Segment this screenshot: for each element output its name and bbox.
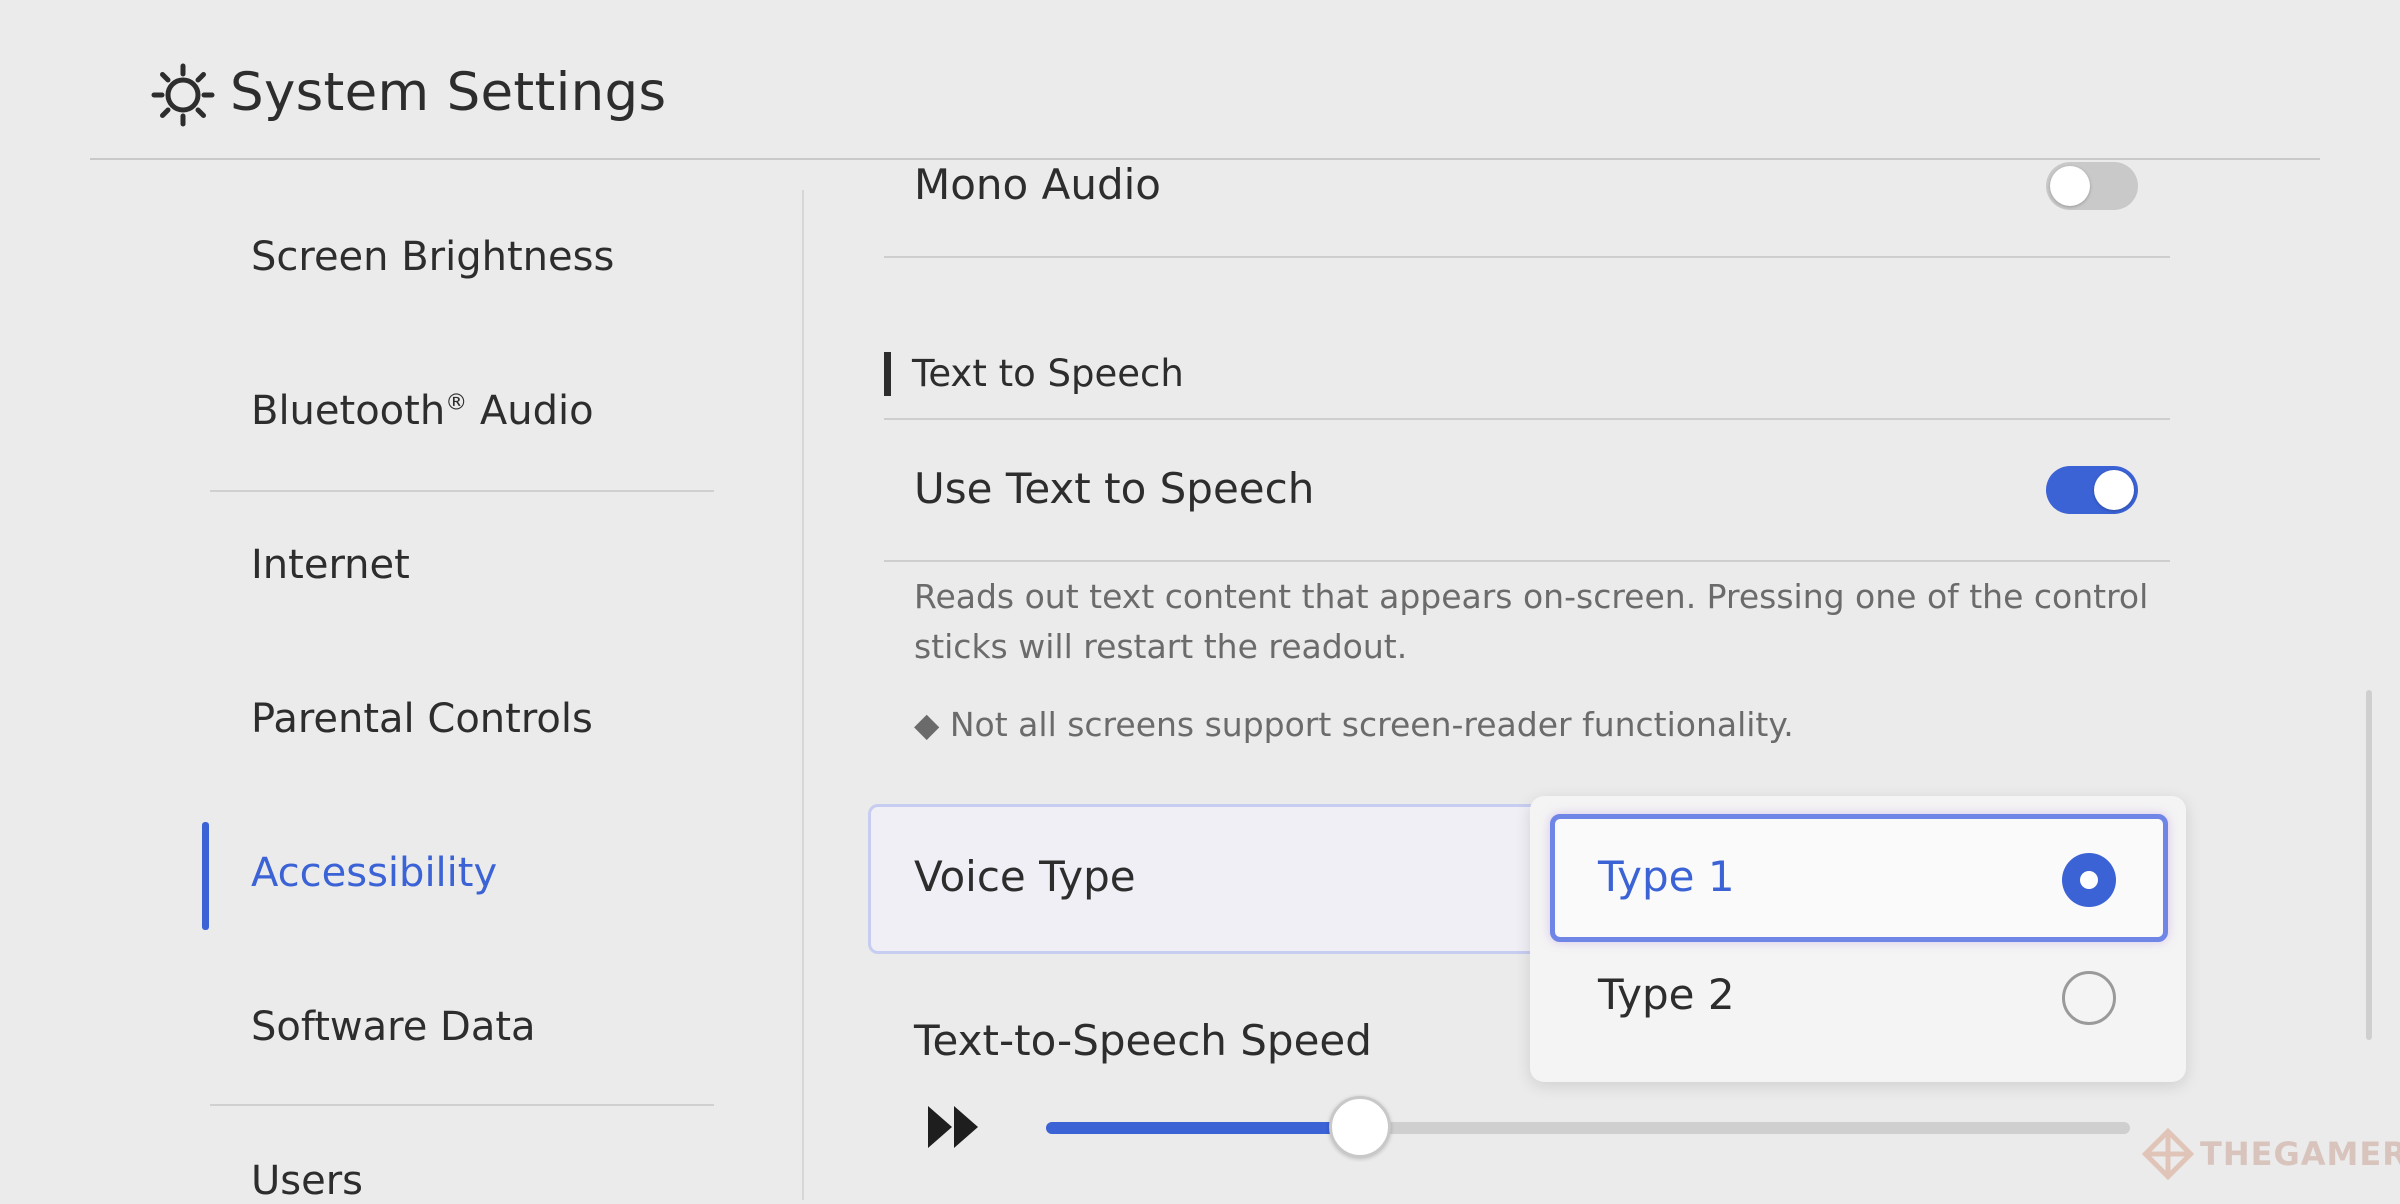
section-title-text-to-speech: Text to Speech [912,352,1184,395]
registered-mark: ® [445,390,468,416]
slider-thumb[interactable] [1329,1096,1392,1158]
section-marker [884,352,891,396]
scrollbar[interactable] [2366,690,2372,1040]
row-divider [884,560,2170,562]
watermark-logo [2141,1127,2195,1181]
tts-speed-slider[interactable] [1046,1122,2130,1134]
sidebar-item-users[interactable]: Users [251,1158,363,1204]
sidebar-item-parental-controls[interactable]: Parental Controls [251,696,593,742]
tts-note: ◆ Not all screens support screen-reader … [914,705,1794,744]
radio-unselected[interactable] [2062,971,2116,1025]
mono-audio-label: Mono Audio [914,160,1161,209]
use-tts-label: Use Text to Speech [914,464,1315,513]
voice-type-label: Voice Type [914,852,1136,901]
sidebar-divider [210,490,714,492]
voice-option-label: Type 1 [1598,852,1735,901]
sidebar-item-bluetooth-audio[interactable]: Bluetooth® Audio [251,388,594,434]
pane-divider [802,190,804,1200]
header-divider [90,158,2320,160]
watermark-text: THEGAMER [2200,1135,2400,1173]
sidebar-item-label-suffix: Audio [479,388,594,434]
mono-audio-toggle[interactable] [2046,162,2138,210]
sidebar-item-label: Bluetooth [251,388,446,434]
row-divider [884,418,2170,420]
sidebar-item-internet[interactable]: Internet [251,542,410,588]
sidebar-divider [210,1104,714,1106]
radio-selected[interactable] [2062,853,2116,907]
sidebar-item-accessibility[interactable]: Accessibility [251,850,497,896]
use-tts-toggle[interactable] [2046,466,2138,514]
sidebar-item-software-data[interactable]: Software Data [251,1004,536,1050]
tts-speed-label: Text-to-Speech Speed [914,1016,1372,1065]
tts-description: Reads out text content that appears on-s… [914,577,2149,666]
toggle-knob [2050,166,2090,206]
row-divider [884,256,2170,258]
voice-option-type-2[interactable]: Type 2 [1598,970,1735,1019]
gear-icon [150,62,216,128]
sidebar-item-screen-brightness[interactable]: Screen Brightness [251,234,614,280]
active-indicator [202,822,209,930]
toggle-knob [2094,470,2134,510]
slider-fill [1046,1122,1361,1134]
page-title: System Settings [230,62,667,123]
fast-forward-icon [928,1106,980,1148]
